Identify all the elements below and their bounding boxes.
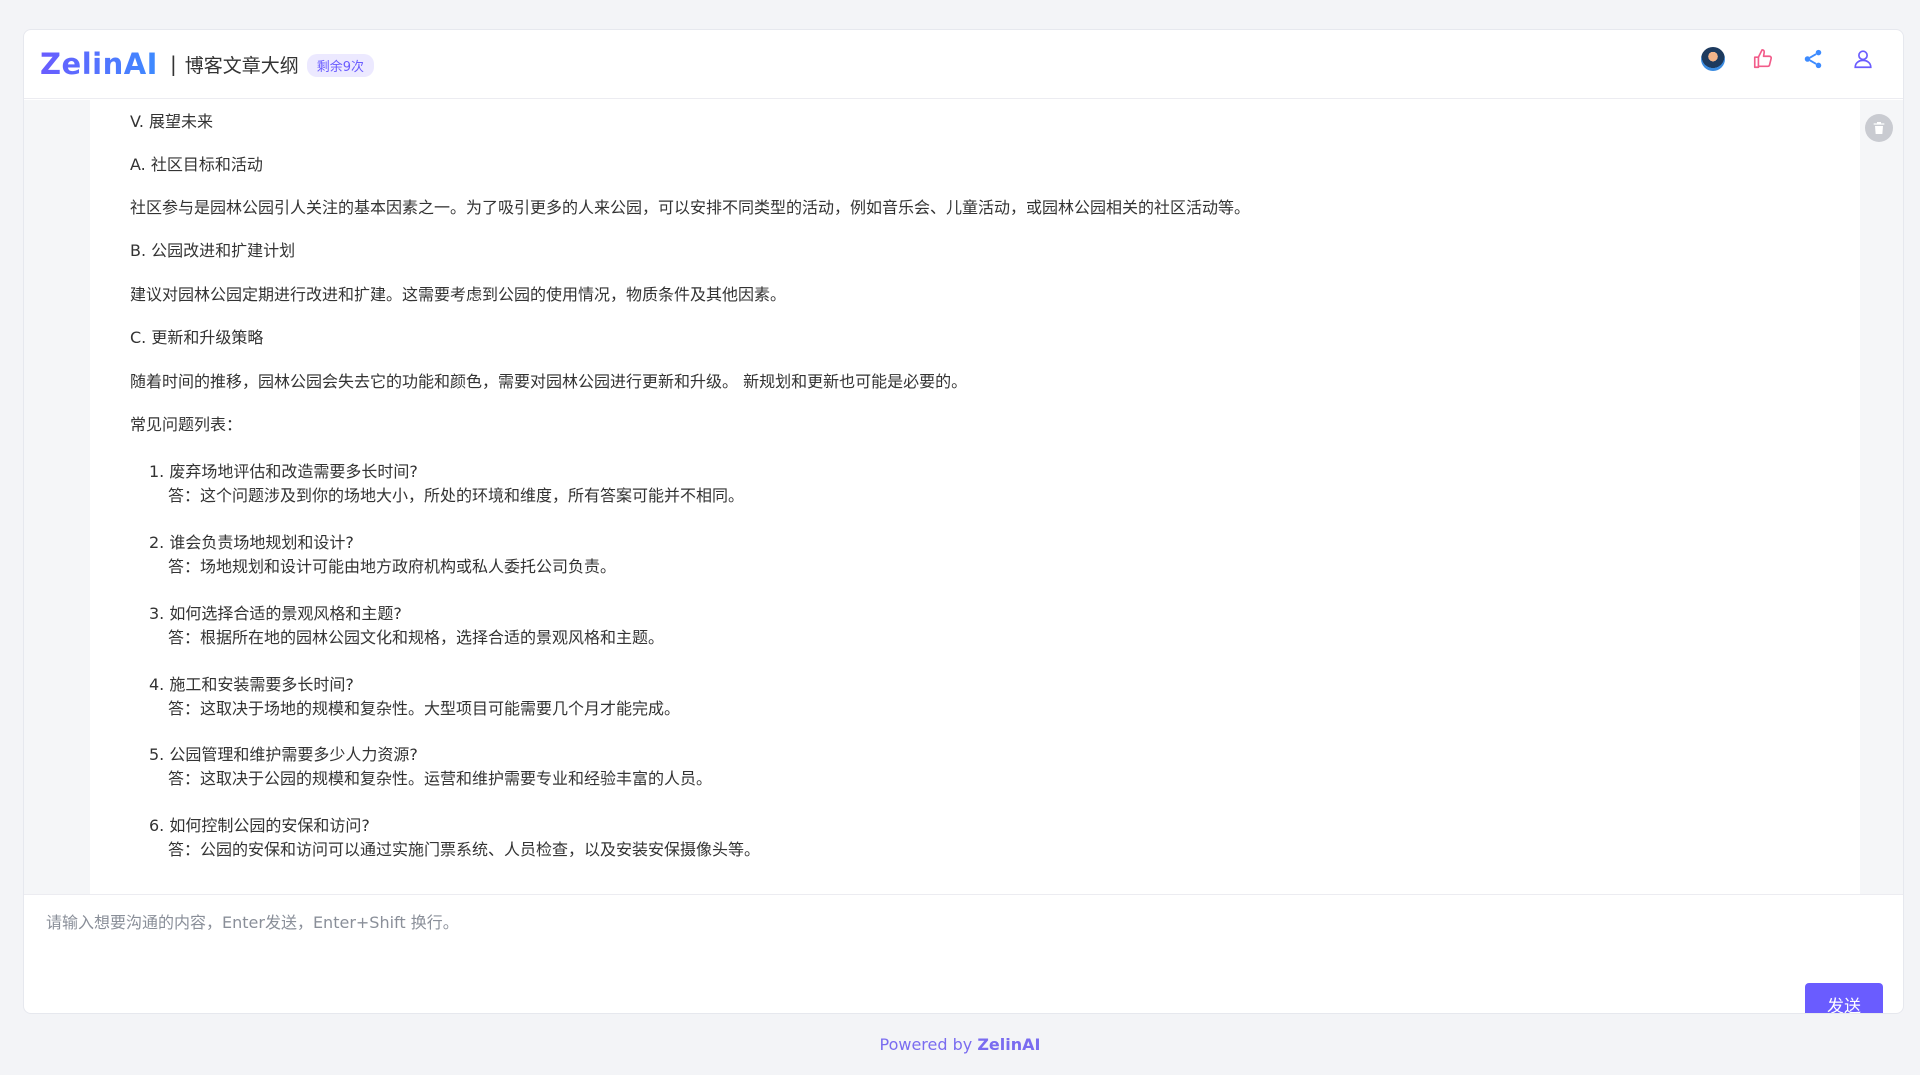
message-paragraph: 建议对园林公园定期进行改进和扩建。这需要考虑到公园的使用情况，物质条件及其他因素…	[130, 285, 787, 304]
remaining-count-badge: 剩余9次	[306, 54, 375, 77]
composer: 发送	[24, 894, 1903, 1013]
faq-answer: 答：这个问题涉及到你的场地大小，所处的环境和维度，所有答案可能并不相同。	[168, 486, 745, 505]
footer-brand-link[interactable]: ZelinAI	[977, 1035, 1040, 1054]
thumbs-up-icon[interactable]	[1751, 47, 1775, 71]
send-button[interactable]: 发送	[1805, 983, 1883, 1013]
message-input[interactable]	[44, 907, 1808, 971]
logo[interactable]: ZelinAI	[40, 47, 158, 81]
faq-answer: 答：场地规划和设计可能由地方政府机构或私人委托公司负责。	[168, 557, 617, 576]
user-icon[interactable]	[1851, 47, 1875, 71]
message-paragraph: 社区参与是园林公园引人关注的基本因素之一。为了吸引更多的人来公园，可以安排不同类…	[130, 198, 1251, 217]
page-title: 博客文章大纲	[184, 54, 299, 77]
faq-question: 3. 如何选择合适的景观风格和主题?	[149, 604, 402, 623]
footer: Powered by ZelinAI	[0, 1035, 1920, 1054]
faq-answer: 答：根据所在地的园林公园文化和规格，选择合适的景观风格和主题。	[168, 628, 665, 647]
header-actions	[1701, 47, 1875, 71]
faq-question: 2. 谁会负责场地规划和设计?	[149, 533, 354, 552]
faq-answer: 答：公园的安保和访问可以通过实施门票系统、人员检查，以及安装安保摄像头等。	[168, 840, 761, 859]
share-icon[interactable]	[1801, 47, 1825, 71]
header: ZelinAI | 博客文章大纲 剩余9次	[24, 30, 1903, 99]
message-paragraph: 随着时间的推移，园林公园会失去它的功能和颜色，需要对园林公园进行更新和升级。 新…	[130, 372, 968, 391]
faq-question: 6. 如何控制公园的安保和访问?	[149, 816, 370, 835]
faq-question: 1. 废弃场地评估和改造需要多长时间?	[149, 462, 418, 481]
message-paragraph: C. 更新和升级策略	[130, 328, 264, 347]
clear-chat-button[interactable]	[1865, 114, 1893, 142]
faq-answer: 答：这取决于公园的规模和复杂性。运营和维护需要专业和经验丰富的人员。	[168, 769, 713, 788]
faq-question: 4. 施工和安装需要多长时间?	[149, 675, 354, 694]
avatar[interactable]	[1701, 47, 1725, 71]
trash-icon	[1873, 122, 1885, 134]
chat-card: ZelinAI | 博客文章大纲 剩余9次 V. 展望未来 A. 社区目标和活动…	[23, 29, 1904, 1014]
faq-question: 5. 公园管理和维护需要多少人力资源?	[149, 745, 418, 764]
message-paragraph: B. 公园改进和扩建计划	[130, 241, 296, 260]
avatar-image	[1701, 47, 1725, 71]
message-paragraph: V. 展望未来	[130, 112, 214, 131]
message-paragraph: 常见问题列表：	[130, 415, 243, 434]
faq-answer: 答：这取决于场地的规模和复杂性。大型项目可能需要几个月才能完成。	[168, 699, 681, 718]
left-gutter	[24, 100, 90, 894]
message-paragraph: A. 社区目标和活动	[130, 155, 263, 174]
powered-by-text: Powered by	[879, 1035, 973, 1054]
title-separator: |	[169, 52, 177, 76]
chat-message-area[interactable]: V. 展望未来 A. 社区目标和活动 社区参与是园林公园引人关注的基本因素之一。…	[90, 100, 1860, 894]
